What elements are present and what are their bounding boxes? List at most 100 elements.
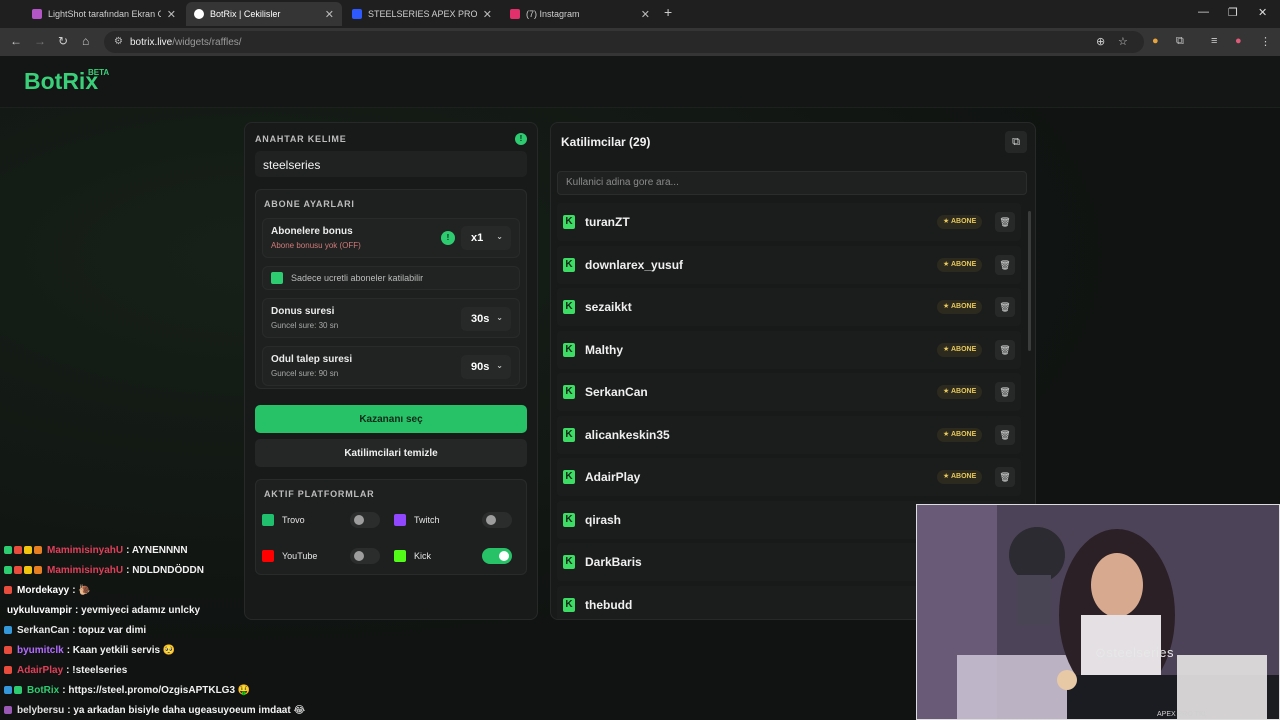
keyword-info-icon[interactable]: !	[515, 133, 527, 145]
forward-icon[interactable]: →	[34, 34, 46, 48]
subscriber-badge: ★ ABONE	[937, 427, 983, 442]
participant-name: alicankeskin35	[585, 427, 670, 442]
minimize-icon[interactable]: —	[1198, 6, 1209, 18]
platform-trovo: Trovo	[262, 506, 386, 534]
participant-row[interactable]: K SerkanCan ★ ABONE 🗑	[557, 373, 1021, 411]
paid-only-label: Sadece ucretli aboneler katilabilir	[291, 273, 424, 283]
participant-row[interactable]: Ksezaikkt ★ ABONE 🗑	[557, 288, 1021, 326]
participant-name: turanZT	[585, 215, 630, 229]
close-tab-icon[interactable]: ✕	[325, 8, 334, 21]
chat-text: : yevmiyeci adamız unlcky	[75, 604, 201, 616]
participant-name: SerkanCan	[585, 385, 648, 399]
close-tab-icon[interactable]: ✕	[167, 8, 176, 21]
clear-participants-button[interactable]: Katilimcilari temizle	[255, 439, 527, 467]
claim-time-row: Odul talep suresi Guncel sure: 90 sn 90s…	[262, 346, 520, 386]
platform-twitch: Twitch	[394, 506, 518, 534]
chat-badges	[4, 546, 44, 554]
paid-only-row[interactable]: Sadece ucretli aboneler katilabilir	[262, 266, 520, 290]
home-icon[interactable]: ⌂	[82, 34, 89, 48]
sub-bonus-info-icon[interactable]: !	[441, 231, 455, 245]
tab-steelseries[interactable]: STEELSERIES APEX PRO TKL GE ✕	[344, 2, 500, 26]
participant-row[interactable]: Kalicankeskin35 ★ ABONE 🗑	[557, 415, 1021, 454]
trash-icon[interactable]: 🗑	[995, 467, 1015, 487]
paid-only-checkbox[interactable]	[271, 272, 283, 284]
app-header: BotRix BETA	[0, 56, 1280, 108]
site-info-icon[interactable]: ⚙	[114, 36, 123, 47]
chat-badge-icon	[4, 586, 12, 594]
claim-time-value: 90s	[471, 361, 490, 373]
chat-username: uykuluvampir	[7, 604, 73, 616]
chat-badge-icon	[4, 706, 12, 714]
url-path: /widgets/raffles/	[172, 36, 242, 48]
zoom-icon[interactable]: ⊕	[1096, 35, 1105, 48]
tab-title: (7) Instagram	[526, 9, 580, 19]
media-control-icon[interactable]: ≡	[1211, 35, 1217, 47]
tab-title: LightShot tarafından Ekran Görü	[48, 9, 161, 19]
twitch-toggle[interactable]	[482, 512, 512, 528]
tab-lightshot[interactable]: LightShot tarafından Ekran Görü ✕	[24, 2, 184, 26]
participant-row[interactable]: Kdownlarex_yusuf ★ ABONE 🗑	[557, 245, 1021, 284]
participant-row[interactable]: KturanZT ★ ABONE 🗑	[557, 203, 1021, 241]
address-bar[interactable]: ⚙ botrix.live /widgets/raffles/	[104, 31, 1144, 53]
botrix-favicon-icon	[194, 9, 204, 19]
trovo-icon	[262, 514, 274, 526]
trash-icon[interactable]: 🗑	[995, 212, 1015, 232]
chat-badges	[4, 666, 14, 674]
extensions-puzzle-icon[interactable]: ⧉	[1176, 35, 1184, 48]
chevron-down-icon: ⌄	[496, 313, 503, 322]
chat-text: : https://steel.promo/OzgisAPTKLG3 🤑	[62, 684, 251, 696]
tab-botrix[interactable]: BotRix | Cekilisler ✕	[186, 2, 342, 26]
pick-winner-button[interactable]: Kazananı seç	[255, 405, 527, 433]
chat-badge-icon	[24, 546, 32, 554]
participant-row[interactable]: K AdairPlay ★ ABONE 🗑	[557, 458, 1021, 496]
kick-icon: K	[563, 512, 575, 527]
restore-icon[interactable]: ❐	[1228, 6, 1238, 19]
trash-icon[interactable]: 🗑	[995, 382, 1015, 402]
back-icon[interactable]: ←	[10, 34, 22, 48]
bonus-time-value: 30s	[471, 313, 490, 325]
sub-bonus-select[interactable]: x1 ⌄	[461, 226, 511, 250]
chat-badge-icon	[24, 566, 32, 574]
bookmark-star-icon[interactable]: ☆	[1118, 35, 1128, 48]
chat-badge-icon	[4, 626, 12, 634]
bonus-time-select[interactable]: 30s ⌄	[461, 307, 511, 331]
close-tab-icon[interactable]: ✕	[483, 8, 492, 21]
botrix-page: BotRix BETA ANAHTAR KELIME ! steelseries…	[0, 56, 1280, 720]
trash-icon[interactable]: 🗑	[995, 297, 1015, 317]
trovo-toggle[interactable]	[350, 512, 380, 528]
list-scrollbar[interactable]	[1028, 211, 1031, 351]
keyword-input[interactable]: steelseries	[255, 151, 527, 177]
participant-name: AdairPlay	[585, 470, 641, 484]
chat-text: : Kaan yetkili servis 🥺	[66, 644, 176, 656]
participant-name: sezaikkt	[585, 300, 632, 314]
kick-icon: K	[563, 385, 575, 399]
close-window-icon[interactable]: ✕	[1258, 6, 1267, 19]
trash-icon[interactable]: 🗑	[995, 424, 1015, 445]
browser-toolbar: ← → ↻ ⌂ ⚙ botrix.live /widgets/raffles/ …	[0, 28, 1280, 56]
chat-badge-icon	[34, 546, 42, 554]
participant-name: Malthy	[585, 342, 624, 357]
chat-badges	[4, 566, 44, 574]
menu-kebab-icon[interactable]: ⋮	[1260, 35, 1271, 48]
reload-icon[interactable]: ↻	[58, 34, 68, 48]
profile-avatar-icon[interactable]: ●	[1235, 35, 1242, 47]
url-host: botrix.live	[130, 36, 173, 48]
trash-icon[interactable]: 🗑	[995, 254, 1015, 275]
kick-toggle[interactable]	[482, 548, 512, 564]
trash-icon[interactable]: 🗑	[995, 339, 1015, 360]
chevron-down-icon: ⌄	[496, 361, 503, 370]
chat-username: MamimisinyahU	[47, 544, 124, 556]
extension-icon[interactable]: ●	[1152, 35, 1159, 47]
keyboard-product-text: APEX PRO TKL	[1157, 711, 1208, 718]
search-placeholder: Kullanici adina gore ara...	[566, 177, 679, 188]
participant-row[interactable]: K Malthy ★ ABONE 🗑	[557, 330, 1021, 369]
claim-time-select[interactable]: 90s ⌄	[461, 355, 511, 379]
tab-instagram[interactable]: (7) Instagram ✕	[502, 2, 658, 26]
close-tab-icon[interactable]: ✕	[641, 8, 650, 21]
beta-badge: BETA	[88, 68, 110, 77]
copy-icon[interactable]: ⧉	[1005, 131, 1027, 153]
new-tab-button[interactable]: +	[664, 4, 672, 20]
botrix-logo[interactable]: BotRix	[24, 68, 98, 95]
participant-search-input[interactable]: Kullanici adina gore ara...	[557, 171, 1027, 195]
chat-username: byumitclk	[17, 644, 64, 656]
